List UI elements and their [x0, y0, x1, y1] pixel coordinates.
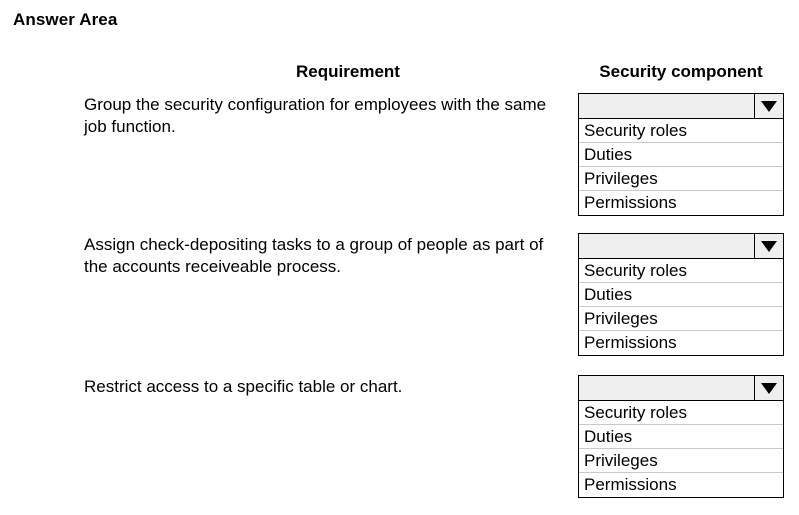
dropdown-option-list: Security roles Duties Privileges Permiss…: [578, 401, 784, 498]
dropdown-option-privileges[interactable]: Privileges: [579, 307, 783, 331]
dropdown-option-list: Security roles Duties Privileges Permiss…: [578, 119, 784, 216]
dropdown-option-security-roles[interactable]: Security roles: [579, 259, 783, 283]
dropdown-option-duties[interactable]: Duties: [579, 143, 783, 167]
dropdown-option-list: Security roles Duties Privileges Permiss…: [578, 259, 784, 356]
dropdown-option-security-roles[interactable]: Security roles: [579, 401, 783, 425]
dropdown-option-permissions[interactable]: Permissions: [579, 191, 783, 215]
requirement-text: Group the security configuration for emp…: [84, 95, 547, 136]
dropdown-option-permissions[interactable]: Permissions: [579, 331, 783, 355]
dropdown-option-permissions[interactable]: Permissions: [579, 473, 783, 497]
security-component-dropdown[interactable]: Security roles Duties Privileges Permiss…: [578, 93, 784, 216]
dropdown-option-duties[interactable]: Duties: [579, 425, 783, 449]
chevron-down-icon: [761, 100, 777, 112]
dropdown-toggle-button[interactable]: [754, 234, 783, 258]
requirement-text: Restrict access to a specific table or c…: [84, 377, 403, 396]
security-component-dropdown[interactable]: Security roles Duties Privileges Permiss…: [578, 233, 784, 356]
chevron-down-icon: [761, 382, 777, 394]
security-component-dropdown[interactable]: Security roles Duties Privileges Permiss…: [578, 375, 784, 498]
chevron-down-icon: [761, 240, 777, 252]
requirement-text: Assign check-depositing tasks to a group…: [84, 235, 544, 276]
dropdown-option-privileges[interactable]: Privileges: [579, 449, 783, 473]
dropdown-field[interactable]: [578, 233, 784, 259]
dropdown-option-security-roles[interactable]: Security roles: [579, 119, 783, 143]
dropdown-toggle-button[interactable]: [754, 94, 783, 118]
column-header-security-component: Security component: [599, 62, 763, 81]
dropdown-option-privileges[interactable]: Privileges: [579, 167, 783, 191]
page-title: Answer Area: [13, 10, 118, 29]
column-header-requirement: Requirement: [296, 62, 400, 81]
dropdown-option-duties[interactable]: Duties: [579, 283, 783, 307]
dropdown-field[interactable]: [578, 375, 784, 401]
dropdown-field[interactable]: [578, 93, 784, 119]
dropdown-toggle-button[interactable]: [754, 376, 783, 400]
